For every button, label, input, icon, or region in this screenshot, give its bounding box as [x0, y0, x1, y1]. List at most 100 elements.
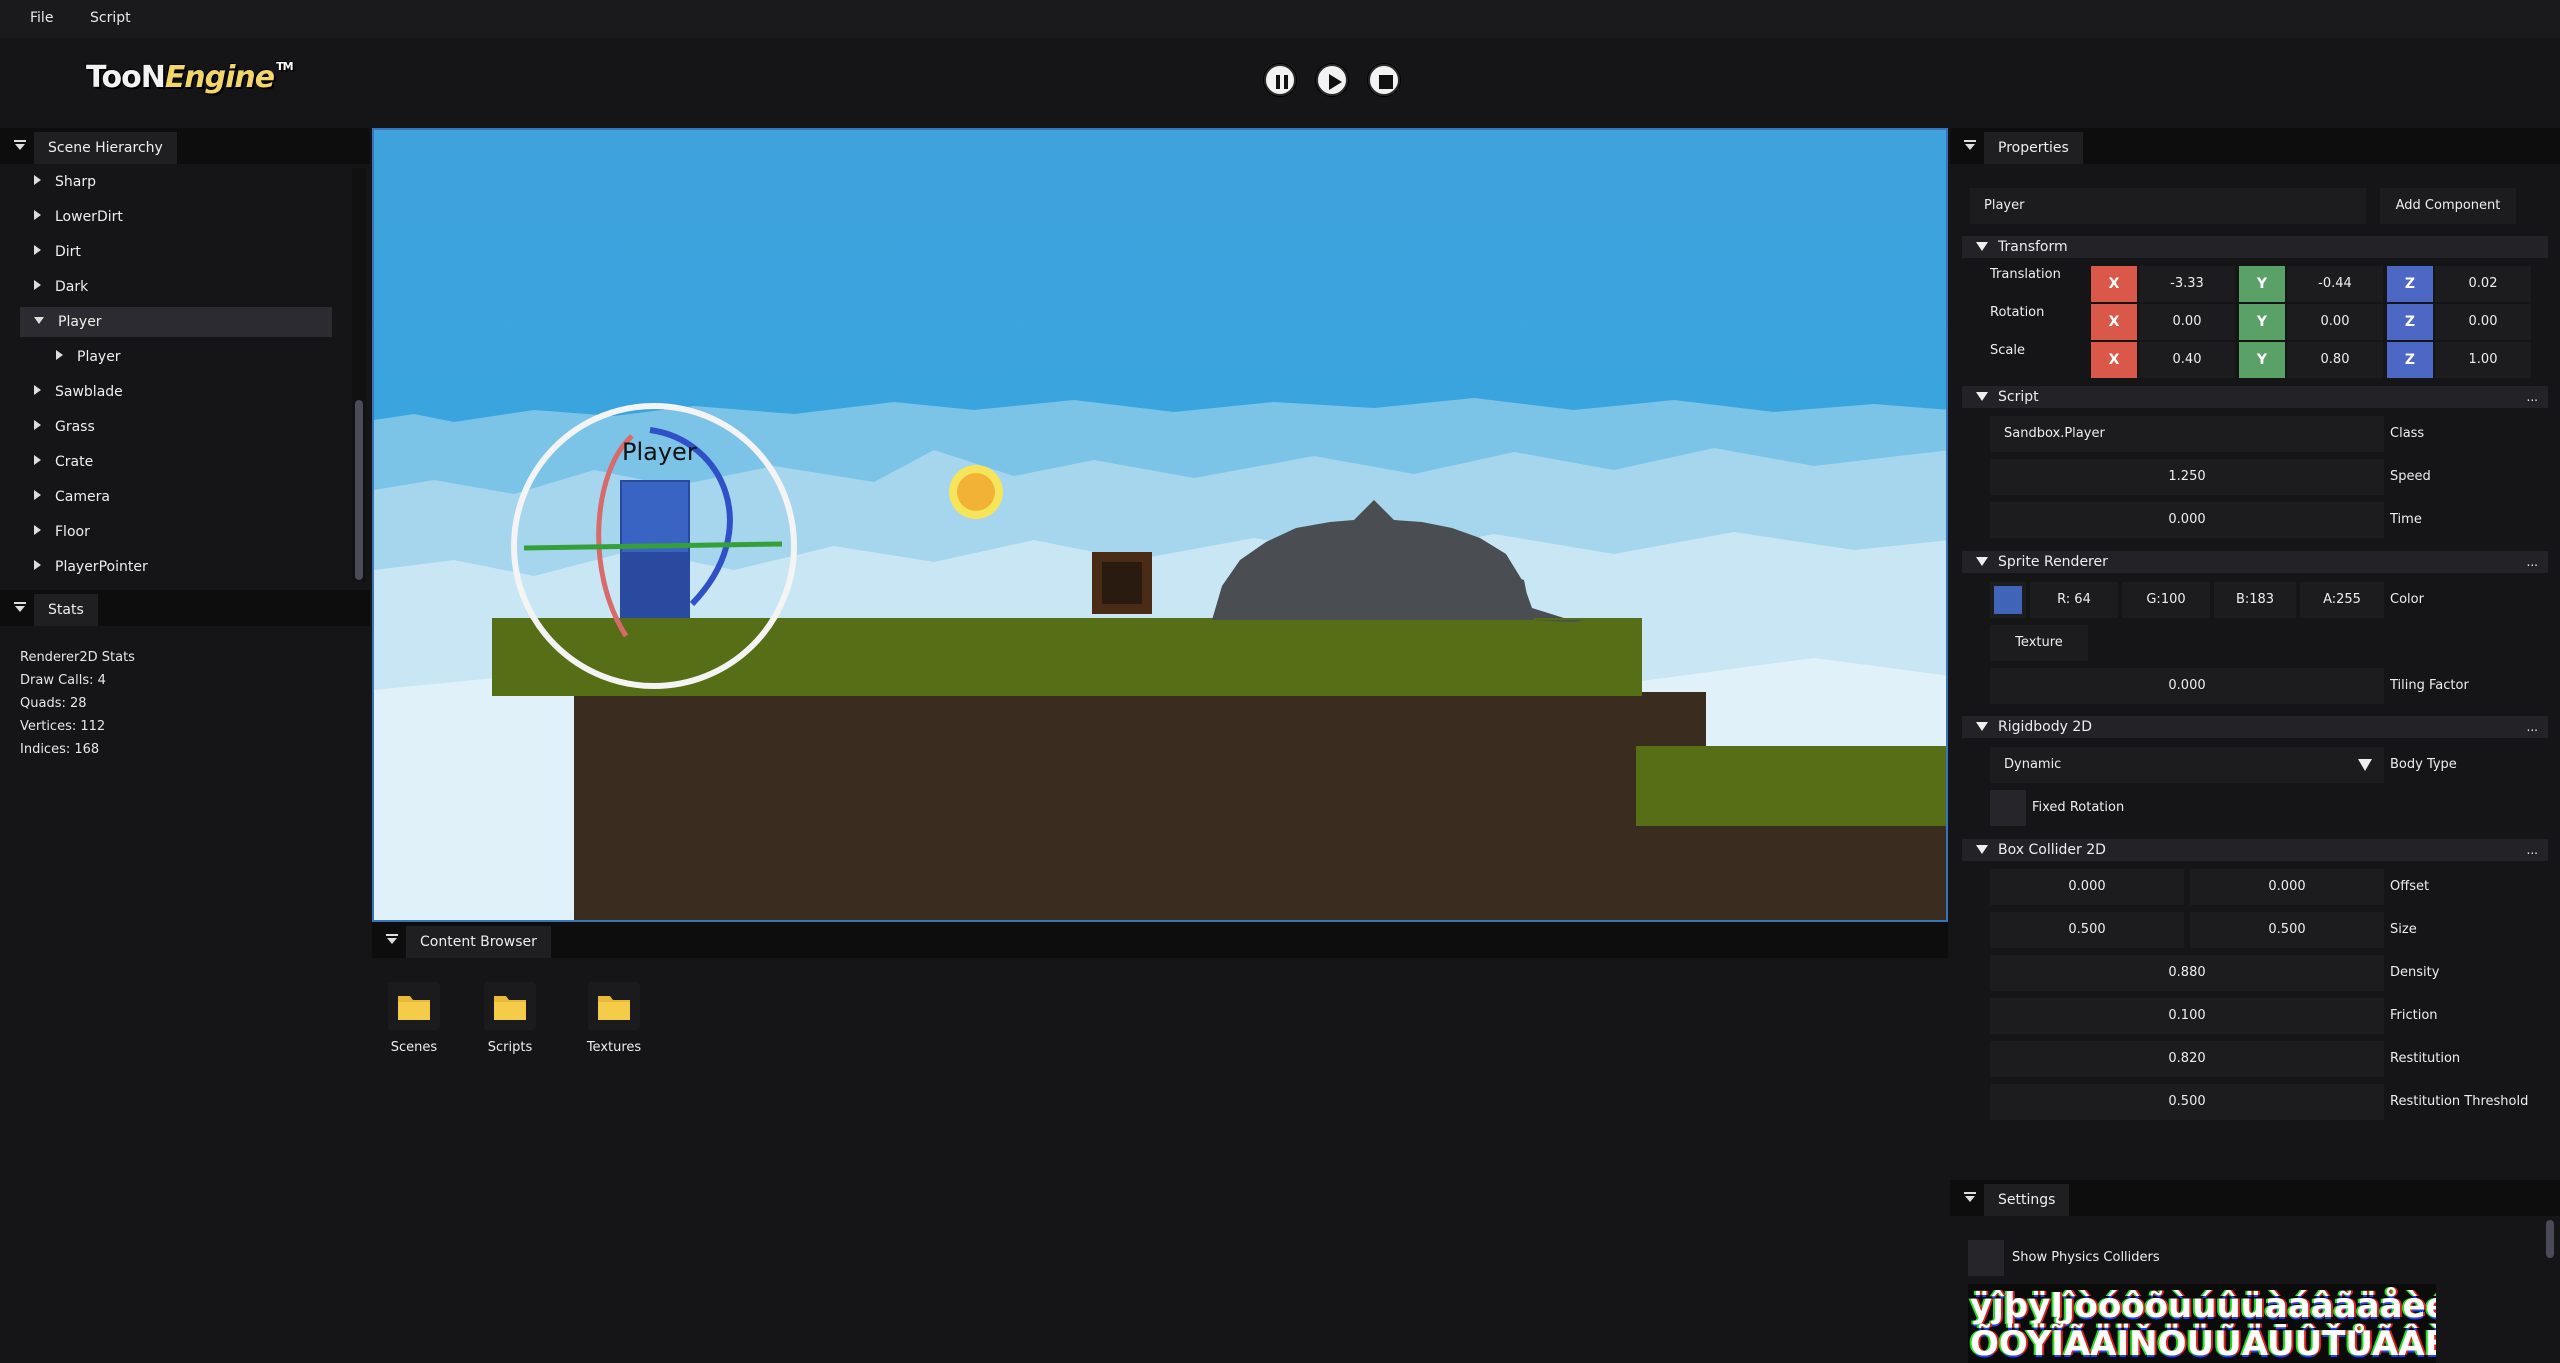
hierarchy-item[interactable]: Grass	[34, 412, 95, 442]
script-header[interactable]: Script...	[1962, 386, 2548, 408]
scene-viewport[interactable]: Player	[372, 128, 1948, 922]
restitution-threshold-input[interactable]: 0.500	[1990, 1084, 2384, 1120]
scale-x-input[interactable]: 0.40	[2139, 342, 2235, 378]
color-g-input[interactable]: G:100	[2122, 582, 2210, 618]
collapse-icon[interactable]	[14, 140, 28, 152]
folder-scripts[interactable]: Scripts	[475, 982, 545, 1055]
color-a-input[interactable]: A:255	[2300, 582, 2384, 618]
expand-icon[interactable]	[34, 385, 41, 395]
color-swatch[interactable]	[1994, 586, 2022, 614]
translation-x-input[interactable]: -3.33	[2139, 266, 2235, 302]
pause-button[interactable]	[1264, 64, 1296, 96]
texture-button[interactable]: Texture	[1990, 625, 2088, 661]
offset-x-input[interactable]: 0.000	[1990, 869, 2184, 905]
component-settings-button[interactable]: ...	[2527, 386, 2538, 408]
rotation-y-button[interactable]: Y	[2239, 304, 2285, 340]
hierarchy-item[interactable]: Sharp	[34, 167, 96, 197]
menu-file[interactable]: File	[30, 10, 53, 26]
hierarchy-item[interactable]: PlayerPointer	[34, 552, 148, 582]
collapse-tree-icon[interactable]	[34, 316, 44, 324]
scale-y-input[interactable]: 0.80	[2287, 342, 2383, 378]
color-b-input[interactable]: B:183	[2214, 582, 2296, 618]
rotation-y-input[interactable]: 0.00	[2287, 304, 2383, 340]
tab-properties[interactable]: Properties	[1984, 132, 2083, 164]
rotation-x-button[interactable]: X	[2091, 304, 2137, 340]
expand-icon[interactable]	[34, 525, 41, 535]
offset-y-input[interactable]: 0.000	[2190, 869, 2384, 905]
rotation-z-button[interactable]: Z	[2387, 304, 2433, 340]
settings-scrollbar-thumb[interactable]	[2546, 1220, 2554, 1258]
stop-button[interactable]	[1368, 64, 1400, 96]
sprite-renderer-header[interactable]: Sprite Renderer...	[1962, 551, 2548, 573]
speed-input[interactable]: 1.250	[1990, 459, 2384, 495]
expand-icon[interactable]	[34, 490, 41, 500]
expand-icon[interactable]	[34, 245, 41, 255]
body-type-select[interactable]: Dynamic	[1990, 747, 2384, 783]
collapse-icon[interactable]	[14, 602, 28, 614]
translation-x-button[interactable]: X	[2091, 266, 2137, 302]
component-settings-button[interactable]: ...	[2527, 551, 2538, 573]
translation-z-input[interactable]: 0.02	[2435, 266, 2531, 302]
hierarchy-item[interactable]: Crate	[34, 447, 93, 477]
color-swatch-frame[interactable]	[1990, 582, 2026, 618]
scale-z-input[interactable]: 1.00	[2435, 342, 2531, 378]
expand-icon[interactable]	[34, 210, 41, 220]
hierarchy-child-item[interactable]: Player	[56, 342, 121, 372]
hierarchy-item-selected[interactable]: Player	[20, 307, 332, 337]
collapse-icon[interactable]	[1964, 140, 1978, 152]
tab-content-browser[interactable]: Content Browser	[406, 926, 551, 958]
offset-label: Offset	[2390, 879, 2430, 894]
stats-title: Renderer2D Stats	[20, 650, 135, 665]
time-input[interactable]: 0.000	[1990, 502, 2384, 538]
size-y-input[interactable]: 0.500	[2190, 912, 2384, 948]
tab-stats[interactable]: Stats	[34, 594, 98, 626]
size-x-input[interactable]: 0.500	[1990, 912, 2184, 948]
add-component-button[interactable]: Add Component	[2380, 188, 2516, 224]
hierarchy-item-label: LowerDirt	[55, 209, 123, 225]
tiling-factor-input[interactable]: 0.000	[1990, 668, 2384, 704]
entity-name-input[interactable]: Player	[1970, 188, 2366, 224]
transform-header[interactable]: Transform	[1962, 236, 2548, 258]
rotation-x-input[interactable]: 0.00	[2139, 304, 2235, 340]
expand-icon[interactable]	[34, 280, 41, 290]
expand-icon[interactable]	[34, 420, 41, 430]
expand-icon[interactable]	[34, 560, 41, 570]
menu-script[interactable]: Script	[90, 10, 131, 26]
show-colliders-checkbox[interactable]	[1968, 1240, 2004, 1276]
hierarchy-item[interactable]: Dark	[34, 272, 88, 302]
hierarchy-item[interactable]: Floor	[34, 517, 90, 547]
box-collider-header[interactable]: Box Collider 2D...	[1962, 839, 2548, 861]
translation-y-button[interactable]: Y	[2239, 266, 2285, 302]
rotation-z-input[interactable]: 0.00	[2435, 304, 2531, 340]
script-class-input[interactable]: Sandbox.Player	[1990, 416, 2384, 452]
component-settings-button[interactable]: ...	[2527, 839, 2538, 861]
hierarchy-item[interactable]: Camera	[34, 482, 110, 512]
scale-x-button[interactable]: X	[2091, 342, 2137, 378]
fixed-rotation-checkbox[interactable]	[1990, 790, 2026, 826]
tab-settings[interactable]: Settings	[1984, 1184, 2070, 1216]
hierarchy-item[interactable]: Dirt	[34, 237, 81, 267]
rigidbody-header[interactable]: Rigidbody 2D...	[1962, 716, 2548, 738]
folder-scenes[interactable]: Scenes	[379, 982, 449, 1055]
friction-input[interactable]: 0.100	[1990, 998, 2384, 1034]
folder-textures[interactable]: Textures	[579, 982, 649, 1055]
hierarchy-item[interactable]: Sawblade	[34, 377, 123, 407]
density-input[interactable]: 0.880	[1990, 955, 2384, 991]
play-button[interactable]	[1316, 64, 1348, 96]
hierarchy-item[interactable]: LowerDirt	[34, 202, 123, 232]
hierarchy-scrollbar-thumb[interactable]	[355, 400, 363, 580]
scale-y-button[interactable]: Y	[2239, 342, 2285, 378]
collapse-icon[interactable]	[386, 934, 400, 946]
restitution-input[interactable]: 0.820	[1990, 1041, 2384, 1077]
component-settings-button[interactable]: ...	[2527, 716, 2538, 738]
translation-y-input[interactable]: -0.44	[2287, 266, 2383, 302]
collapse-icon[interactable]	[1964, 1192, 1978, 1204]
tab-scene-hierarchy[interactable]: Scene Hierarchy	[34, 132, 177, 164]
translation-z-button[interactable]: Z	[2387, 266, 2433, 302]
color-r-input[interactable]: R: 64	[2030, 582, 2118, 618]
expand-icon[interactable]	[34, 175, 41, 185]
stats-panel: Stats Renderer2D Stats Draw Calls: 4 Qua…	[0, 590, 370, 1363]
scale-z-button[interactable]: Z	[2387, 342, 2433, 378]
expand-icon[interactable]	[34, 455, 41, 465]
expand-icon[interactable]	[56, 350, 63, 360]
